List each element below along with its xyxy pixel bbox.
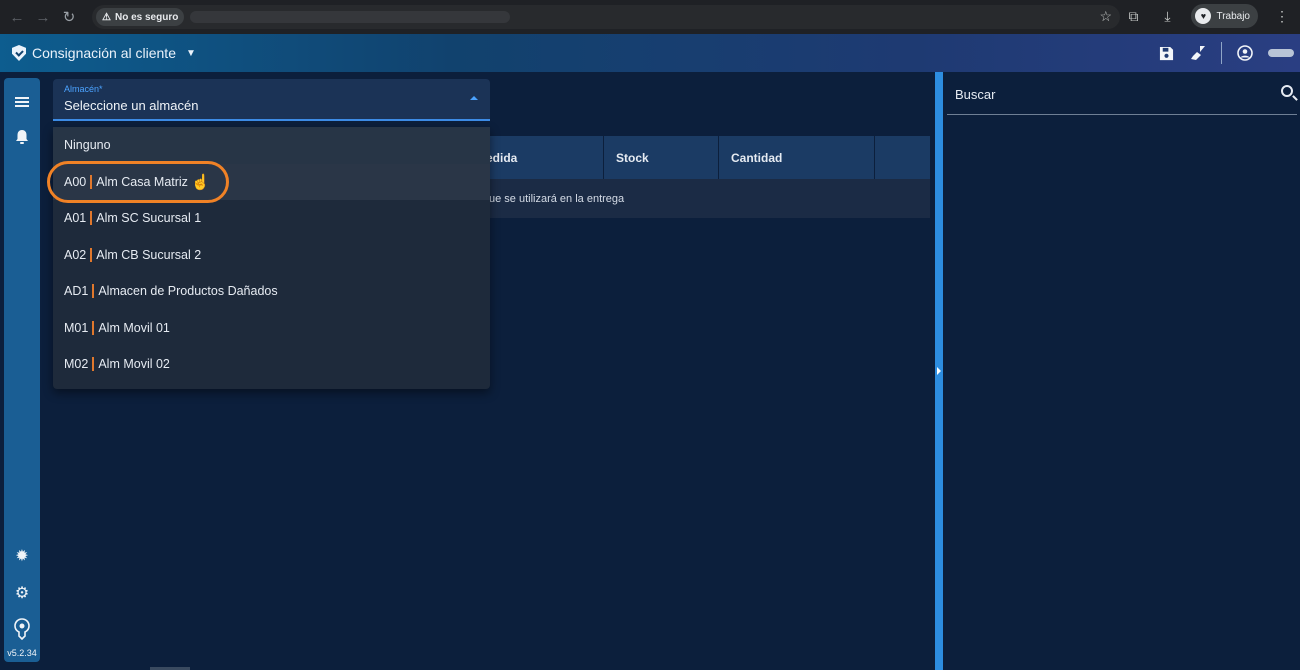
warning-icon: ⚠ [102,11,111,23]
side-rail: ✹ ⚙ v5.2.34 [4,78,40,662]
shield-check-icon [12,45,26,61]
hamburger-icon [15,97,29,107]
save-icon[interactable] [1157,44,1175,62]
security-chip[interactable]: ⚠ No es seguro [96,8,185,26]
address-bar[interactable]: ⚠ No es seguro ☆ [92,5,1120,29]
warehouse-select-value: Seleccione un almacén [64,98,199,113]
brightness-icon[interactable]: ✹ [4,546,40,566]
option-label: Alm CB Sucursal 2 [96,247,202,262]
browser-menu-icon[interactable]: ⋮ [1272,8,1292,25]
logo-icon [4,618,40,640]
panel-splitter[interactable] [935,72,943,670]
profile-chip[interactable]: ♥ Trabajo [1191,4,1258,28]
security-label: No es seguro [114,11,179,23]
extensions-icon[interactable]: ⧉ [1123,8,1143,25]
search-icon[interactable] [1281,85,1293,97]
option-label: Alm Movil 02 [98,357,170,372]
header-divider [1221,42,1222,64]
option-code: M02 [64,357,89,372]
table-empty-row: ue se utilizará en la entrega [474,179,930,218]
code-separator [90,247,93,262]
search-field[interactable]: Buscar [947,80,1297,115]
option-a02[interactable]: A02 Alm CB Sucursal 2 [53,237,490,274]
download-icon[interactable]: ⤓ [1157,8,1177,25]
column-header-quantity[interactable]: Cantidad [719,136,875,179]
warehouse-select-label: Almacén* [64,84,103,94]
app-header: Consignación al cliente ▼ [0,34,1300,72]
collapse-arrow-icon[interactable] [937,367,941,375]
profile-avatar-icon: ♥ [1195,8,1212,24]
option-code: AD1 [64,284,89,299]
right-panel: Buscar [943,72,1300,670]
forward-arrow-icon[interactable]: → [30,4,56,30]
user-account-icon[interactable] [1236,44,1254,62]
menu-toggle[interactable] [4,97,40,107]
option-code: A01 [64,211,87,226]
option-m01[interactable]: M01 Alm Movil 01 [53,310,490,347]
code-separator [90,211,93,226]
option-none[interactable]: Ninguno [53,127,490,164]
code-separator [92,284,95,299]
app-version: v5.2.34 [7,648,37,658]
option-a01[interactable]: A01 Alm SC Sucursal 1 [53,200,490,237]
option-code: M01 [64,320,89,335]
option-code: A02 [64,247,87,262]
caret-up-icon [470,96,478,100]
column-header-stock[interactable]: Stock [604,136,719,179]
option-ad1[interactable]: AD1 Almacen de Productos Dañados [53,273,490,310]
table-header: edida Stock Cantidad [474,136,930,179]
warehouse-select[interactable]: Almacén* Seleccione un almacén [53,79,490,121]
column-header-measure[interactable]: edida [474,136,604,179]
code-separator [92,320,95,335]
page-title: Consignación al cliente [32,45,176,61]
items-table: edida Stock Cantidad ue se utilizará en … [474,136,930,218]
gear-icon[interactable]: ⚙ [4,583,40,603]
profile-label: Trabajo [1216,10,1250,22]
bookmark-star-icon[interactable]: ☆ [1099,8,1112,25]
module-selector[interactable]: Consignación al cliente ▼ [12,45,196,61]
option-m02[interactable]: M02 Alm Movil 02 [53,346,490,383]
bell-icon[interactable] [4,129,40,145]
broom-clear-icon[interactable] [1189,44,1207,62]
option-label: Alm SC Sucursal 1 [96,211,202,226]
url-text-blurred [190,11,511,23]
user-name-blurred [1268,49,1294,57]
search-placeholder: Buscar [955,87,996,102]
reload-icon[interactable]: ↻ [56,4,82,30]
browser-toolbar: ← → ↻ ⚠ No es seguro ☆ ⧉ ⤓ ♥ Trabajo ⋮ [0,0,1300,34]
option-label: Ninguno [64,138,111,153]
code-separator [92,357,95,372]
option-label: Almacen de Productos Dañados [98,284,278,299]
column-header-actions [875,136,930,179]
back-arrow-icon[interactable]: ← [4,4,30,30]
empty-message: ue se utilizará en la entrega [489,192,625,205]
chevron-down-icon: ▼ [185,47,196,59]
hand-pointer-icon: ☝ [191,174,210,191]
option-label: Alm Movil 01 [98,320,170,335]
